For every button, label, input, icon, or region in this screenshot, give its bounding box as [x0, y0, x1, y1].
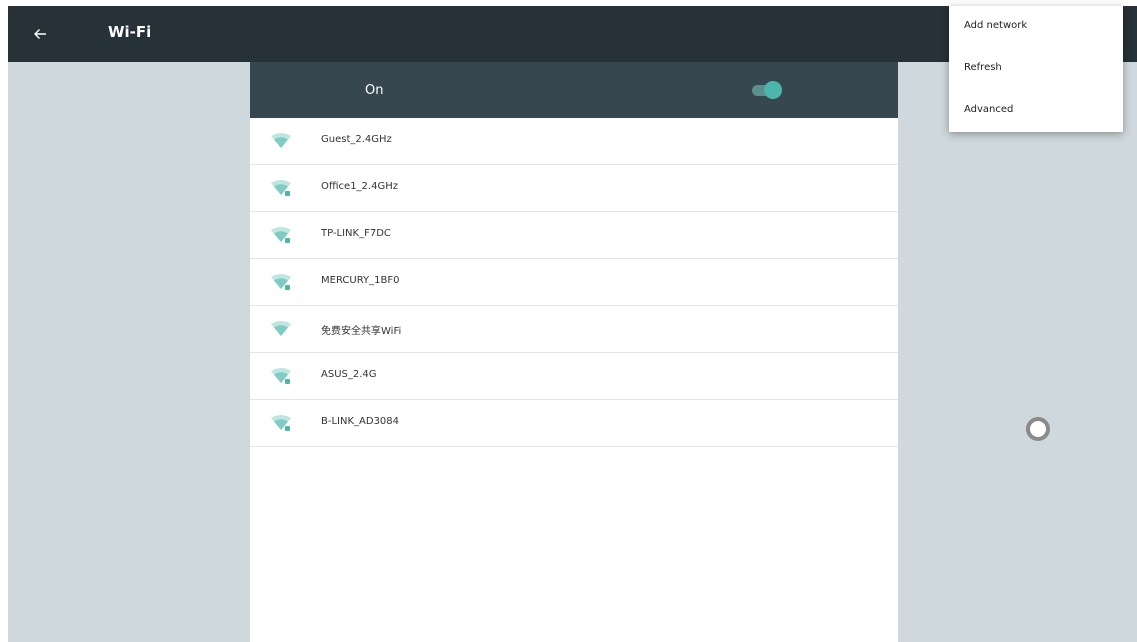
- menu-item-label: Add network: [964, 20, 1028, 31]
- network-row[interactable]: Guest_2.4GHz: [250, 118, 898, 165]
- wifi-lock-icon: [271, 180, 291, 196]
- network-list: Guest_2.4GHz Office1_2.4GHz TP-LINK_F7DC ME…: [250, 118, 898, 447]
- network-row[interactable]: MERCURY_1BF0: [250, 259, 898, 306]
- menu-item-refresh[interactable]: Refresh: [949, 48, 1123, 90]
- network-ssid: 免费安全共享WiFi: [321, 326, 402, 337]
- wifi-lock-icon: [271, 368, 291, 384]
- arrow-left-icon: [34, 29, 46, 39]
- network-ssid: Guest_2.4GHz: [321, 134, 392, 145]
- menu-item-add-network[interactable]: Add network: [949, 6, 1123, 48]
- network-ssid: MERCURY_1BF0: [321, 275, 400, 286]
- network-row[interactable]: TP-LINK_F7DC: [250, 212, 898, 259]
- wifi-lock-icon: [271, 415, 291, 431]
- network-row[interactable]: Office1_2.4GHz: [250, 165, 898, 212]
- network-ssid: B-LINK_AD3084: [321, 416, 400, 427]
- wifi-signal-icon: [271, 133, 291, 148]
- wifi-signal-icon: [271, 321, 291, 336]
- network-ssid: ASUS_2.4G: [321, 369, 377, 380]
- wifi-toggle-switch[interactable]: [750, 80, 782, 100]
- wifi-lock-icon: [271, 227, 291, 243]
- floating-circle-button[interactable]: [1026, 417, 1050, 441]
- overflow-menu: Add network Refresh Advanced: [949, 6, 1123, 132]
- network-ssid: TP-LINK_F7DC: [321, 228, 391, 239]
- toggle-thumb: [764, 81, 782, 99]
- wifi-lock-icon: [271, 274, 291, 290]
- back-button[interactable]: [26, 20, 54, 48]
- wifi-switch-label: On: [365, 83, 384, 98]
- wifi-master-switch-bar[interactable]: On: [250, 62, 898, 118]
- page-title: Wi-Fi: [108, 23, 152, 41]
- menu-item-label: Refresh: [964, 62, 1002, 73]
- network-ssid: Office1_2.4GHz: [321, 181, 398, 192]
- network-row[interactable]: 免费安全共享WiFi: [250, 306, 898, 353]
- menu-item-advanced[interactable]: Advanced: [949, 90, 1123, 132]
- wifi-panel: On Guest_2.4GHz Office1_2.4GHz TP-LINK_F7D…: [250, 62, 898, 642]
- network-row[interactable]: ASUS_2.4G: [250, 353, 898, 400]
- menu-item-label: Advanced: [964, 104, 1014, 115]
- network-row[interactable]: B-LINK_AD3084: [250, 400, 898, 447]
